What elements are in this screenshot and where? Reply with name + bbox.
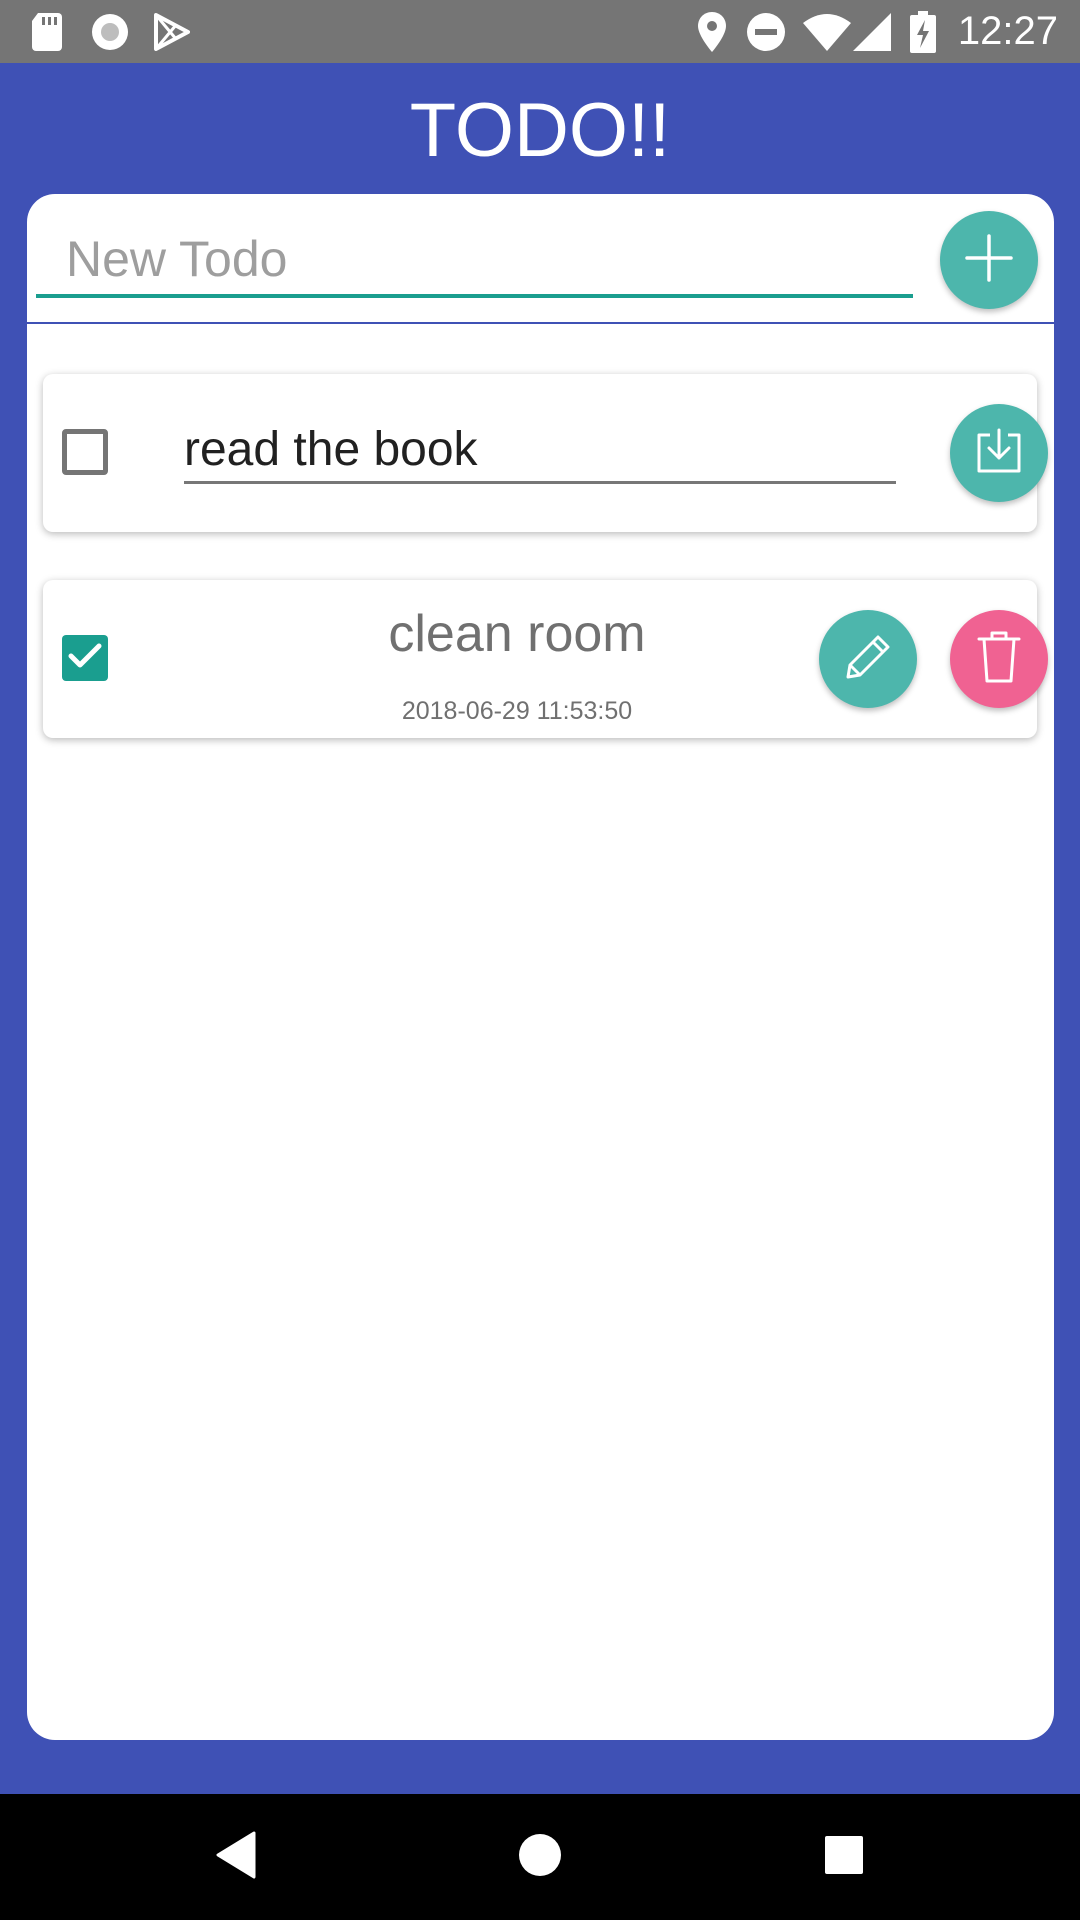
record-icon <box>90 12 130 52</box>
delete-todo-button[interactable] <box>950 610 1048 708</box>
home-button[interactable] <box>510 1827 570 1887</box>
todo-item: clean room 2018-06-29 11:53:50 <box>43 580 1048 738</box>
back-icon <box>214 1831 258 1884</box>
todo-title: clean room <box>388 605 646 663</box>
play-store-icon <box>152 12 192 52</box>
recents-icon <box>824 1835 864 1880</box>
location-icon <box>692 12 732 52</box>
back-button[interactable] <box>206 1827 266 1887</box>
wifi-icon <box>802 12 852 52</box>
save-todo-button[interactable] <box>950 404 1048 502</box>
plus-icon <box>964 233 1014 288</box>
status-clock: 12:27 <box>957 9 1058 53</box>
new-todo-input[interactable] <box>36 224 913 298</box>
app-title: TODO!! <box>409 88 671 173</box>
status-bar: 12:27 <box>0 0 1080 63</box>
todo-checkbox-checked[interactable] <box>62 635 108 681</box>
do-not-disturb-icon <box>746 12 786 52</box>
todo-item <box>43 374 1048 532</box>
save-download-icon <box>974 426 1024 481</box>
signal-icon <box>852 12 892 52</box>
add-todo-button[interactable] <box>940 211 1038 309</box>
edit-todo-button[interactable] <box>819 610 917 708</box>
recents-button[interactable] <box>814 1827 874 1887</box>
sd-card-icon <box>28 12 68 52</box>
new-todo-row <box>27 194 1054 324</box>
todo-checkbox[interactable] <box>62 429 108 475</box>
pencil-icon <box>842 631 894 688</box>
home-icon <box>518 1833 562 1882</box>
todo-card: clean room 2018-06-29 11:53:50 <box>27 194 1054 1740</box>
checkmark-icon <box>67 641 103 676</box>
nav-bar <box>0 1794 1080 1920</box>
todo-timestamp: 2018-06-29 11:53:50 <box>401 697 633 725</box>
battery-charging-icon <box>908 11 938 53</box>
todo-edit-field[interactable] <box>184 418 896 484</box>
trash-icon <box>977 630 1021 689</box>
